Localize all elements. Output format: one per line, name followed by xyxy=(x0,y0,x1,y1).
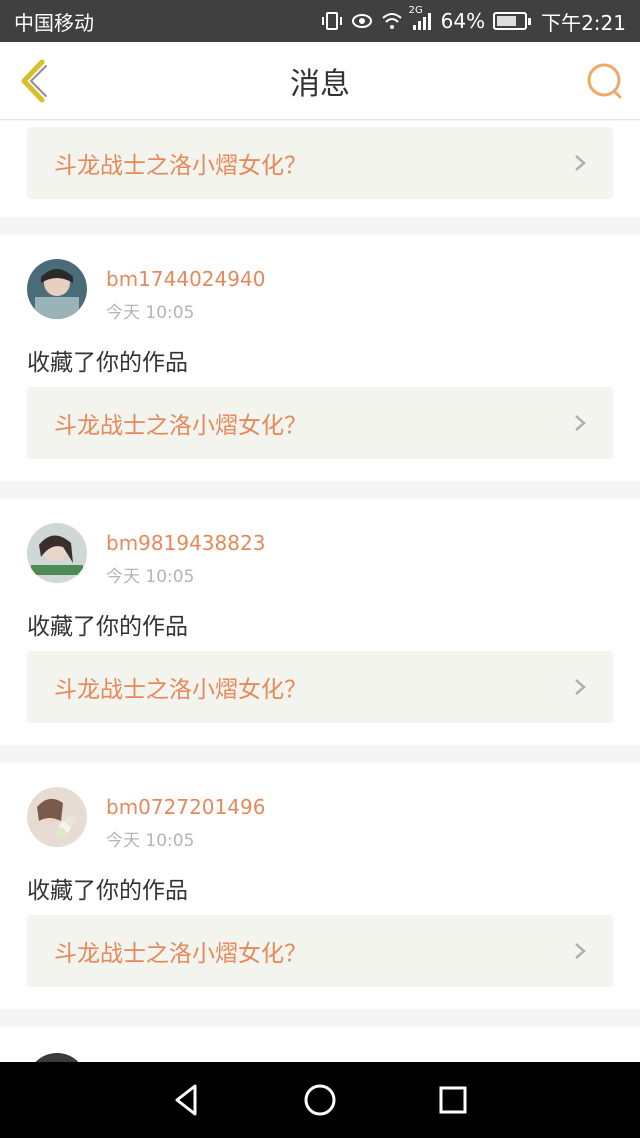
message-card: bm0727201496 今天 10:05 收藏了你的作品 斗龙战士之洛小熠女化… xyxy=(0,763,640,1009)
work-link[interactable]: 斗龙战士之洛小熠女化？ xyxy=(27,651,613,723)
username[interactable]: bm0727201496 xyxy=(106,795,265,819)
message-card-partial xyxy=(0,1027,640,1062)
clock: 下午2:21 xyxy=(541,10,626,35)
chevron-right-icon xyxy=(575,415,586,431)
avatar[interactable] xyxy=(27,523,87,583)
divider xyxy=(0,217,640,235)
battery-percent: 64% xyxy=(440,9,486,33)
status-icons: 2G 64% 下午2:21 xyxy=(321,5,626,36)
timestamp: 今天 10:05 xyxy=(106,567,195,587)
system-nav-bar xyxy=(0,1062,640,1138)
work-link[interactable]: 斗龙战士之洛小熠女化？ xyxy=(27,915,613,987)
search-icon[interactable] xyxy=(586,62,624,100)
username[interactable]: bm1744024940 xyxy=(106,267,265,291)
chevron-right-icon xyxy=(575,155,586,171)
recents-square-icon[interactable] xyxy=(433,1080,473,1120)
action-text: 收藏了你的作品 xyxy=(27,614,188,640)
work-link[interactable]: 斗龙战士之洛小熠女化？ xyxy=(27,127,613,199)
vibrate-icon xyxy=(321,12,342,30)
message-card-partial: 斗龙战士之洛小熠女化？ xyxy=(0,121,640,217)
carrier-label: 中国移动 xyxy=(14,10,94,35)
page-title: 消息 xyxy=(290,66,350,102)
work-title: 斗龙战士之洛小熠女化？ xyxy=(54,941,307,967)
action-text: 收藏了你的作品 xyxy=(27,350,188,376)
timestamp: 今天 10:05 xyxy=(106,831,195,851)
work-title: 斗龙战士之洛小熠女化？ xyxy=(54,413,307,439)
status-bar: 中国移动 2G 64% 下午2:21 xyxy=(0,0,640,42)
eye-icon xyxy=(351,14,372,28)
work-link[interactable]: 斗龙战士之洛小熠女化？ xyxy=(27,387,613,459)
message-list[interactable]: 斗龙战士之洛小熠女化？ bm1744024940 今天 10:05 收藏了你的作… xyxy=(0,121,640,1062)
work-title: 斗龙战士之洛小熠女化？ xyxy=(54,153,307,179)
divider xyxy=(0,1009,640,1027)
wifi-icon xyxy=(381,13,402,29)
username[interactable]: bm9819438823 xyxy=(106,531,265,555)
divider xyxy=(0,745,640,763)
signal-indicator: 2G xyxy=(409,5,433,31)
home-circle-icon[interactable] xyxy=(300,1080,340,1120)
back-arrow-icon[interactable] xyxy=(14,56,54,106)
message-card: bm9819438823 今天 10:05 收藏了你的作品 斗龙战士之洛小熠女化… xyxy=(0,499,640,745)
header: 消息 xyxy=(0,42,640,120)
signal-icon xyxy=(412,13,431,30)
battery-icon xyxy=(493,12,532,30)
chevron-right-icon xyxy=(575,943,586,959)
avatar[interactable] xyxy=(27,787,87,847)
timestamp: 今天 10:05 xyxy=(106,303,195,323)
avatar[interactable] xyxy=(27,1053,87,1062)
divider xyxy=(0,481,640,499)
work-title: 斗龙战士之洛小熠女化？ xyxy=(54,677,307,703)
action-text: 收藏了你的作品 xyxy=(27,878,188,904)
chevron-right-icon xyxy=(575,679,586,695)
message-card: bm1744024940 今天 10:05 收藏了你的作品 斗龙战士之洛小熠女化… xyxy=(0,235,640,481)
avatar[interactable] xyxy=(27,259,87,319)
back-triangle-icon[interactable] xyxy=(167,1080,207,1120)
